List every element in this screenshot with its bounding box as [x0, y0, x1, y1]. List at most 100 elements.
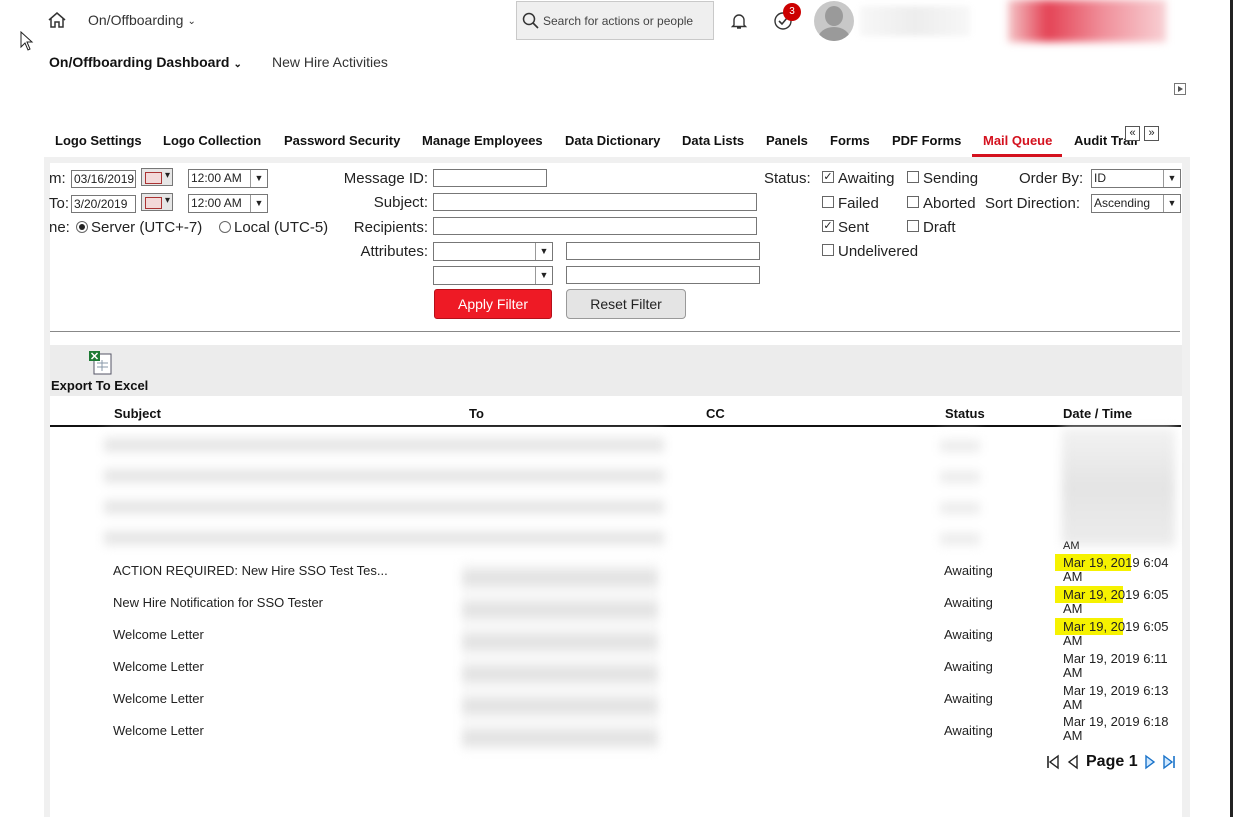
- status-undelivered-checkbox[interactable]: [822, 244, 834, 256]
- avatar[interactable]: [814, 1, 854, 41]
- tab-logo-collection[interactable]: Logo Collection: [163, 133, 261, 148]
- recipients-label: Recipients:: [353, 219, 428, 236]
- sort-direction-select[interactable]: Ascending ▼: [1091, 194, 1181, 213]
- play-icon[interactable]: [1174, 83, 1186, 95]
- order-by-select[interactable]: ID ▼: [1091, 169, 1181, 188]
- column-status[interactable]: Status: [945, 406, 985, 421]
- status-aborted-label: Aborted: [923, 195, 976, 212]
- prev-page-icon[interactable]: [1067, 754, 1079, 770]
- status-aborted-checkbox[interactable]: [907, 196, 919, 208]
- chevron-down-icon: ▼: [535, 267, 552, 284]
- partial-date-tail: AM: [1063, 540, 1080, 552]
- status-draft-checkbox[interactable]: [907, 220, 919, 232]
- company-logo-blurred: [1008, 0, 1166, 42]
- excel-icon[interactable]: [89, 351, 113, 375]
- row-status: Awaiting: [944, 723, 993, 738]
- recipients-input[interactable]: [433, 217, 757, 235]
- page-indicator: Page 1: [1086, 753, 1138, 770]
- admin-tabs: Logo Settings Logo Collection Password S…: [44, 124, 1190, 156]
- to-label: To:: [49, 195, 70, 212]
- search-input[interactable]: Search for actions or people: [516, 1, 714, 40]
- row-subject[interactable]: Welcome Letter: [113, 627, 204, 642]
- sort-direction-value: Ascending: [1094, 196, 1151, 210]
- first-page-icon[interactable]: [1046, 754, 1060, 770]
- chevron-down-icon: ⌄: [187, 16, 196, 27]
- row-subject[interactable]: Welcome Letter: [113, 659, 204, 674]
- tab-data-dictionary[interactable]: Data Dictionary: [565, 133, 660, 148]
- row-date: Mar 19, 2019 6:18: [1063, 714, 1169, 729]
- row-subject[interactable]: New Hire Notification for SSO Tester: [113, 595, 323, 610]
- tab-data-lists[interactable]: Data Lists: [682, 133, 744, 148]
- column-subject[interactable]: Subject: [114, 406, 161, 421]
- row-status: Awaiting: [944, 627, 993, 642]
- timezone-label: ne:: [49, 219, 70, 236]
- dashboard-menu[interactable]: On/Offboarding Dashboard ⌄: [49, 54, 242, 70]
- row-status: Awaiting: [944, 595, 993, 610]
- row-date: Mar 19, 2019 6:13: [1063, 683, 1169, 698]
- top-bar: On/Offboarding ⌄ Search for actions or pe…: [0, 0, 1230, 42]
- status-awaiting-label: Awaiting: [838, 170, 895, 187]
- to-date-input[interactable]: 3/20/2019: [71, 195, 136, 213]
- last-page-icon[interactable]: [1162, 754, 1176, 770]
- tab-password-security[interactable]: Password Security: [284, 133, 400, 148]
- export-toolbar: [50, 345, 1182, 396]
- from-time-value: 12:00 AM: [191, 171, 242, 185]
- row-subject[interactable]: Welcome Letter: [113, 691, 204, 706]
- column-date-time[interactable]: Date / Time: [1063, 406, 1132, 421]
- chevron-down-icon: ▼: [1163, 170, 1180, 187]
- table-header-divider: [50, 425, 1181, 427]
- from-calendar-icon[interactable]: [141, 168, 173, 186]
- tab-panels[interactable]: Panels: [766, 133, 808, 148]
- order-by-label: Order By:: [1019, 170, 1084, 187]
- status-sending-label: Sending: [923, 170, 979, 187]
- dashboard-label: On/Offboarding Dashboard: [49, 54, 230, 70]
- bell-icon[interactable]: [729, 11, 749, 31]
- tab-pdf-forms[interactable]: PDF Forms: [892, 133, 961, 148]
- tab-forms[interactable]: Forms: [830, 133, 870, 148]
- user-name-blurred: [860, 6, 970, 36]
- sort-direction-label: Sort Direction:: [985, 195, 1081, 212]
- next-page-icon[interactable]: [1144, 754, 1156, 770]
- subject-input[interactable]: [433, 193, 757, 211]
- attribute-select-2[interactable]: ▼: [433, 266, 553, 285]
- tab-logo-settings[interactable]: Logo Settings: [55, 133, 142, 148]
- row-subject[interactable]: Welcome Letter: [113, 723, 204, 738]
- todo-badge: 3: [783, 3, 801, 21]
- message-id-input[interactable]: [433, 169, 547, 187]
- export-to-excel-button[interactable]: Export To Excel: [51, 378, 148, 393]
- row-date: Mar 19, 2019 6:05: [1063, 587, 1169, 602]
- blurred-dates: [1062, 428, 1175, 546]
- new-hire-activities-link[interactable]: New Hire Activities: [272, 54, 388, 70]
- to-calendar-icon[interactable]: [141, 193, 173, 211]
- tabs-prev-button[interactable]: «: [1125, 126, 1140, 141]
- status-awaiting-checkbox[interactable]: ✓: [822, 171, 834, 183]
- from-date-input[interactable]: 03/16/2019: [71, 170, 136, 188]
- to-time-select[interactable]: 12:00 AM ▼: [188, 194, 268, 213]
- tab-mail-queue[interactable]: Mail Queue: [983, 133, 1052, 148]
- tz-server-label: Server (UTC+-7): [91, 219, 203, 236]
- status-undelivered-label: Undelivered: [838, 243, 919, 260]
- tab-manage-employees[interactable]: Manage Employees: [422, 133, 543, 148]
- home-icon[interactable]: [47, 11, 67, 29]
- attribute-value-1[interactable]: [566, 242, 760, 260]
- attribute-select-1[interactable]: ▼: [433, 242, 553, 261]
- sub-navigation: On/Offboarding Dashboard ⌄ New Hire Activ…: [49, 54, 388, 70]
- app-switcher[interactable]: On/Offboarding ⌄: [88, 12, 196, 28]
- tz-server-radio[interactable]: [76, 221, 88, 233]
- row-status: Awaiting: [944, 563, 993, 578]
- column-cc[interactable]: CC: [706, 406, 725, 421]
- search-icon: [522, 12, 539, 29]
- status-sending-checkbox[interactable]: [907, 171, 919, 183]
- apply-filter-button[interactable]: Apply Filter: [434, 289, 552, 319]
- tabs-next-button[interactable]: »: [1144, 126, 1159, 141]
- tz-local-radio[interactable]: [219, 221, 231, 233]
- status-failed-checkbox[interactable]: [822, 196, 834, 208]
- divider: [50, 331, 1180, 332]
- row-date: Mar 19, 2019 6:05: [1063, 619, 1169, 634]
- column-to[interactable]: To: [469, 406, 484, 421]
- reset-filter-button[interactable]: Reset Filter: [566, 289, 686, 319]
- row-subject[interactable]: ACTION REQUIRED: New Hire SSO Test Tes..…: [113, 563, 388, 578]
- attribute-value-2[interactable]: [566, 266, 760, 284]
- from-time-select[interactable]: 12:00 AM ▼: [188, 169, 268, 188]
- status-sent-checkbox[interactable]: ✓: [822, 220, 834, 232]
